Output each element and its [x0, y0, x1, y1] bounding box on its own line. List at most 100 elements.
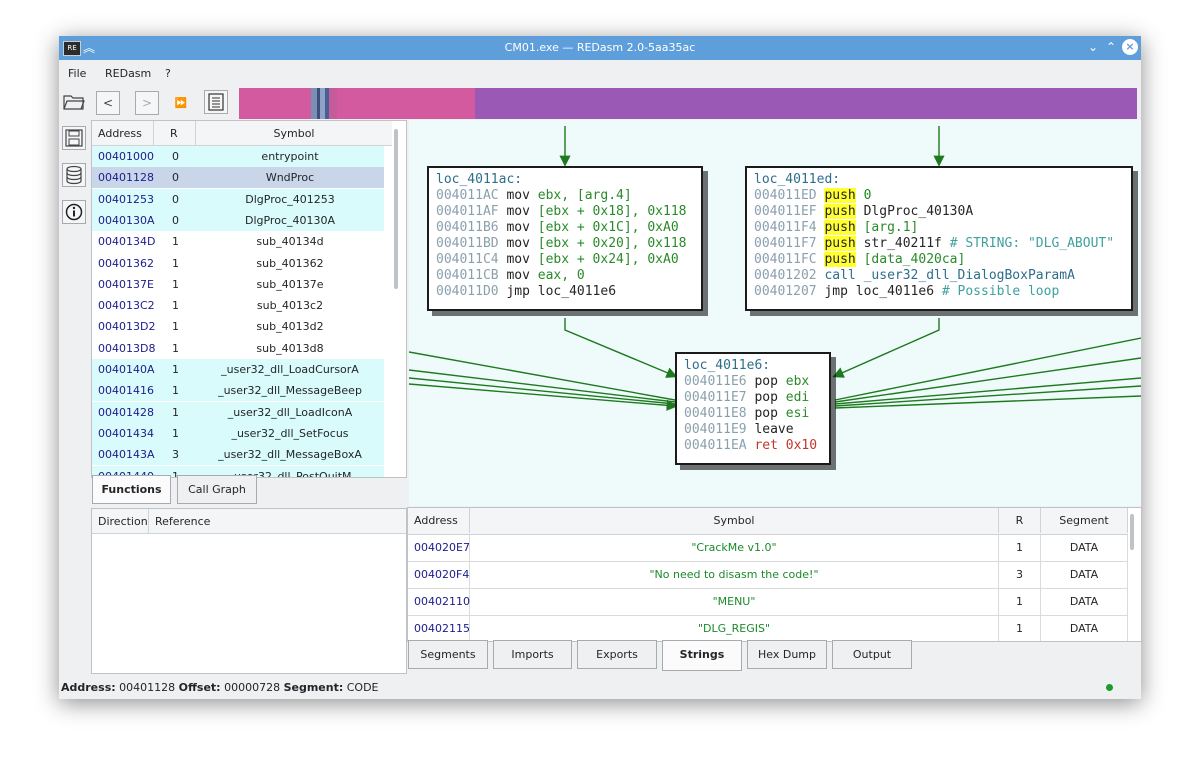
- instruction-line[interactable]: 004011AF mov [ebx + 0x18], 0x118: [436, 204, 701, 220]
- instruction-address: 004011EA: [684, 438, 747, 453]
- instruction-line[interactable]: 004011E8 pop esi: [684, 406, 829, 422]
- tab-hex-dump[interactable]: Hex Dump: [747, 640, 827, 669]
- save-icon[interactable]: [62, 126, 86, 150]
- instruction-mnemonic: leave: [754, 422, 794, 437]
- tab-output[interactable]: Output: [832, 640, 912, 669]
- instruction-mnemonic: ret: [754, 438, 778, 453]
- back-button[interactable]: <: [96, 91, 120, 115]
- menu-help[interactable]: ?: [165, 67, 171, 80]
- function-refs: 1: [172, 363, 179, 376]
- instruction-line[interactable]: 004011E9 leave: [684, 422, 829, 438]
- database-icon[interactable]: [62, 163, 86, 187]
- instruction-line[interactable]: 004011FC push [data_4020ca]: [754, 252, 1131, 268]
- function-row[interactable]: 0040140A 1 _user32_dll_LoadCursorA: [92, 359, 384, 380]
- function-row[interactable]: 004013D2 1 sub_4013d2: [92, 316, 384, 338]
- goto-button[interactable]: ⏩: [169, 91, 193, 115]
- instruction-line[interactable]: 004011CB mov eax, 0: [436, 268, 701, 284]
- header-segment[interactable]: Segment: [1041, 508, 1128, 533]
- header-direction[interactable]: Direction: [92, 509, 149, 534]
- instruction-address: 004011D0: [436, 284, 499, 299]
- instruction-operands: [ebx + 0x18], 0x118: [537, 204, 687, 219]
- instruction-operands: loc_4011e6: [855, 284, 935, 299]
- string-row[interactable]: 00402115 "DLG_REGIS" 1 DATA: [408, 616, 1128, 641]
- function-row[interactable]: 0040137E 1 sub_40137e: [92, 273, 384, 295]
- instruction-line[interactable]: 004011AC mov ebx, [arg.4]: [436, 188, 701, 204]
- function-address: 00401128: [98, 171, 154, 185]
- function-row[interactable]: 004013C2 1 sub_4013c2: [92, 295, 384, 317]
- tab-call-graph[interactable]: Call Graph: [177, 475, 257, 504]
- instruction-line[interactable]: 004011EF push DlgProc_40130A: [754, 204, 1131, 220]
- minimize-icon[interactable]: ⌄: [1085, 39, 1101, 55]
- menu-file[interactable]: File: [68, 67, 86, 80]
- string-row[interactable]: 00402110 "MENU" 1 DATA: [408, 589, 1128, 616]
- tab-exports[interactable]: Exports: [577, 640, 657, 669]
- open-folder-icon[interactable]: [62, 90, 86, 114]
- graph-view[interactable]: loc_4011ac: 004011AC mov ebx, [arg.4] 0040…: [409, 120, 1141, 506]
- tab-imports[interactable]: Imports: [493, 640, 572, 669]
- function-row[interactable]: 00401434 1 _user32_dll_SetFocus: [92, 422, 384, 444]
- function-symbol: _user32_dll_LoadIconA: [227, 405, 353, 419]
- instruction-line[interactable]: 004011F7 push str_40211f # STRING: "DLG_…: [754, 236, 1131, 252]
- listing-icon[interactable]: [204, 90, 228, 114]
- functions-scrollbar[interactable]: [394, 129, 398, 289]
- header-r[interactable]: R: [999, 508, 1041, 533]
- function-row[interactable]: 004013D8 1 sub_4013d8: [92, 337, 384, 359]
- strings-scrollbar[interactable]: [1130, 514, 1134, 550]
- function-row[interactable]: 0040130A 0 DlgProc_40130A: [92, 209, 384, 231]
- instruction-line[interactable]: 004011E7 pop edi: [684, 390, 829, 406]
- tab-strings[interactable]: Strings: [662, 640, 742, 671]
- function-row[interactable]: 0040134D 1 sub_40134d: [92, 231, 384, 253]
- instruction-line[interactable]: 004011F4 push [arg.1]: [754, 220, 1131, 236]
- header-symbol[interactable]: Symbol: [470, 508, 999, 533]
- instruction-mnemonic: jmp: [506, 284, 530, 299]
- instruction-line[interactable]: 004011D0 jmp loc_4011e6: [436, 284, 701, 300]
- header-symbol[interactable]: Symbol: [196, 121, 392, 146]
- instruction-line[interactable]: 004011ED push 0: [754, 188, 1131, 204]
- title-bar[interactable]: RE ︽ CM01.exe — REDasm 2.0-5aa35ac ⌄ ⌃ ×: [59, 36, 1141, 60]
- function-refs: 1: [172, 235, 179, 249]
- header-r[interactable]: R: [154, 121, 196, 146]
- instruction-line[interactable]: 004011E6 pop ebx: [684, 374, 829, 390]
- function-row[interactable]: 00401128 0 WndProc: [92, 167, 384, 189]
- instruction-line[interactable]: 00401202 call _user32_dll_DialogBoxParam…: [754, 268, 1131, 284]
- function-row[interactable]: 0040143A 3 _user32_dll_MessageBoxA: [92, 444, 384, 466]
- edge-in-left-2: [409, 369, 676, 403]
- instruction-address: 004011E8: [684, 406, 747, 421]
- instruction-line[interactable]: 004011EA ret 0x10: [684, 438, 829, 454]
- graph-node-loc-4011ed[interactable]: loc_4011ed: 004011ED push 0 004011EF push …: [745, 166, 1133, 311]
- header-address[interactable]: Address: [92, 121, 154, 146]
- function-row[interactable]: 00401253 0 DlgProc_401253: [92, 188, 384, 210]
- tab-segments[interactable]: Segments: [408, 640, 488, 669]
- function-address: 0040134D: [98, 235, 156, 249]
- header-address[interactable]: Address: [408, 508, 470, 533]
- strings-table: Address Symbol R Segment 004020E7 "CrackM…: [407, 507, 1142, 642]
- close-icon[interactable]: ×: [1122, 39, 1138, 55]
- instruction-line[interactable]: 00401207 jmp loc_4011e6 # Possible loop: [754, 284, 1131, 300]
- string-row[interactable]: 004020F4 "No need to disasm the code!" 3 DA…: [408, 562, 1128, 589]
- main-window: RE ︽ CM01.exe — REDasm 2.0-5aa35ac ⌄ ⌃ ×…: [59, 36, 1142, 699]
- function-row[interactable]: 00401000 0 entrypoint: [92, 146, 384, 167]
- segment-map[interactable]: [239, 88, 1137, 119]
- function-row[interactable]: 00401362 1 sub_401362: [92, 252, 384, 274]
- node-label: loc_4011e6:: [684, 358, 771, 373]
- forward-button[interactable]: >: [135, 91, 159, 115]
- menu-redasm[interactable]: REDasm: [105, 67, 151, 80]
- maximize-icon[interactable]: ⌃: [1103, 39, 1119, 55]
- instruction-address: 004011EF: [754, 204, 817, 219]
- string-row[interactable]: 004020E7 "CrackMe v1.0" 1 DATA: [408, 535, 1128, 562]
- function-row[interactable]: 00401428 1 _user32_dll_LoadIconA: [92, 401, 384, 423]
- instruction-line[interactable]: 004011C4 mov [ebx + 0x24], 0xA0: [436, 252, 701, 268]
- graph-node-loc-4011ac[interactable]: loc_4011ac: 004011AC mov ebx, [arg.4] 0040…: [427, 166, 703, 311]
- graph-node-loc-4011e6[interactable]: loc_4011e6: 004011E6 pop ebx 004011E7 pop …: [675, 352, 831, 465]
- info-icon[interactable]: [62, 200, 86, 224]
- tab-functions[interactable]: Functions: [92, 475, 171, 504]
- function-row[interactable]: 00401416 1 _user32_dll_MessageBeep: [92, 380, 384, 402]
- header-reference[interactable]: Reference: [149, 509, 406, 534]
- string-refs: 1: [999, 535, 1041, 561]
- instruction-line[interactable]: 004011B6 mov [ebx + 0x1C], 0xA0: [436, 220, 701, 236]
- string-segment: DATA: [1041, 535, 1128, 561]
- references-panel: Direction Reference: [91, 508, 407, 674]
- string-address: 004020F4: [408, 562, 470, 588]
- instruction-comment: # STRING: "DLG_ABOUT": [949, 236, 1115, 251]
- instruction-line[interactable]: 004011BD mov [ebx + 0x20], 0x118: [436, 236, 701, 252]
